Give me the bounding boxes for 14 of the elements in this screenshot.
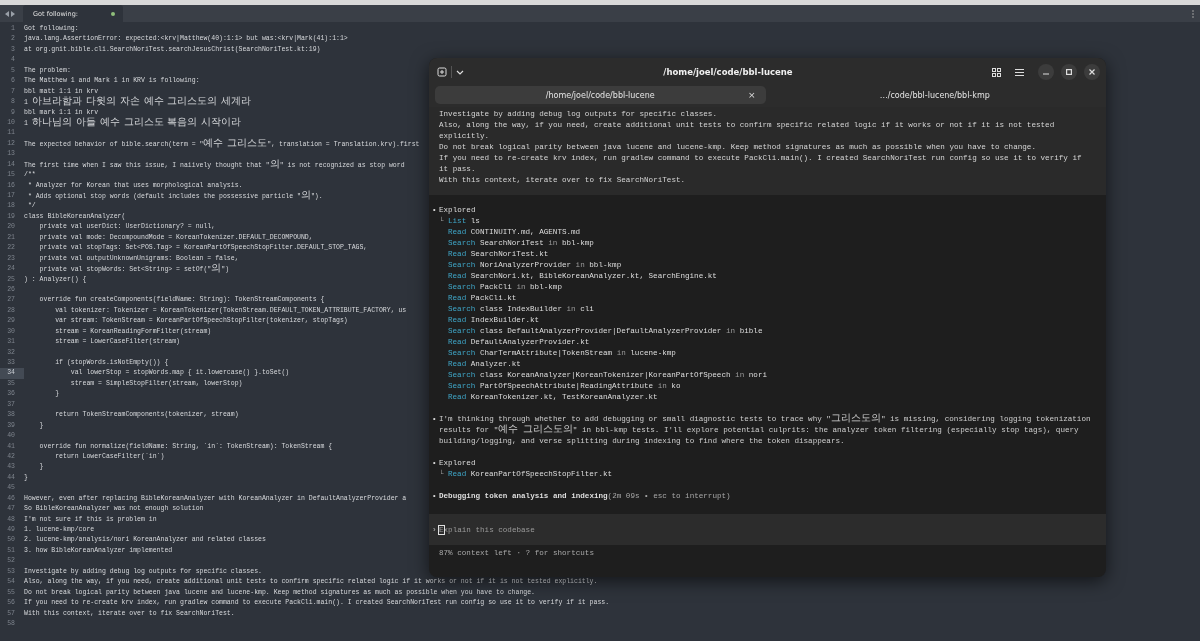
new-tab-icon[interactable] <box>437 67 447 77</box>
window-title: /home/joel/code/bbl-lucene <box>662 67 794 77</box>
grid-icon[interactable] <box>992 67 1001 77</box>
close-button[interactable] <box>1084 64 1100 80</box>
maximize-icon <box>1066 69 1072 75</box>
terminal-tab[interactable]: /home/joel/code/bbl-lucene × <box>435 86 766 104</box>
navigation-arrows-icon[interactable] <box>4 10 16 17</box>
tab-close-button[interactable]: × <box>747 90 756 100</box>
menu-icon[interactable] <box>1015 68 1024 76</box>
terminal-tab[interactable]: …/code/bbl-lucene/bbl-kmp <box>769 86 1100 104</box>
minimize-button[interactable] <box>1038 64 1054 80</box>
maximize-button[interactable] <box>1061 64 1077 80</box>
chevron-down-icon[interactable] <box>456 69 464 75</box>
close-icon <box>1089 69 1095 75</box>
